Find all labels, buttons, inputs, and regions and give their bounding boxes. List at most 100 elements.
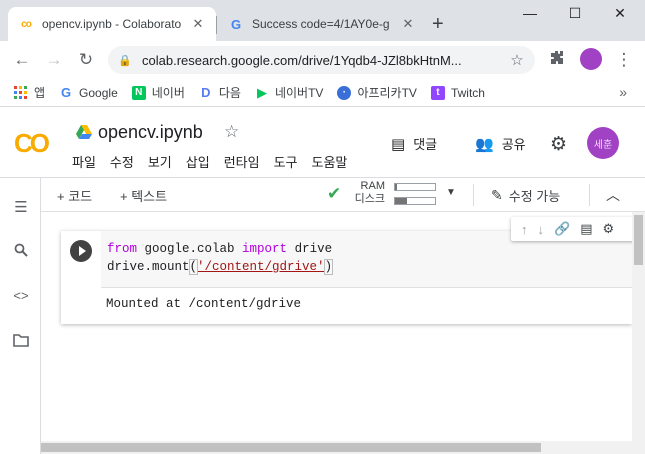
comments-label: 댓글 bbox=[413, 137, 438, 152]
scrollbar-thumb[interactable] bbox=[41, 443, 541, 452]
import-target: drive bbox=[287, 242, 333, 256]
menu-edit[interactable]: 수정 bbox=[110, 152, 134, 171]
toolbar-divider bbox=[589, 184, 590, 206]
bookmark-navertv[interactable]: ▶ 네이버TV bbox=[255, 84, 323, 101]
bookmark-twitch[interactable]: t Twitch bbox=[430, 85, 485, 100]
menu-tools[interactable]: 도구 bbox=[274, 152, 298, 171]
menu-insert[interactable]: 삽입 bbox=[186, 152, 210, 171]
table-of-contents-icon[interactable]: ☰ bbox=[12, 198, 30, 216]
colab-logo[interactable]: CO bbox=[14, 128, 50, 159]
move-down-icon[interactable]: ↓ bbox=[538, 222, 545, 237]
gear-icon[interactable]: ⚙ bbox=[550, 133, 567, 156]
scrollbar-thumb[interactable] bbox=[634, 215, 643, 265]
afreecatv-icon: · bbox=[337, 85, 352, 100]
menu-runtime[interactable]: 런타임 bbox=[224, 152, 260, 171]
vertical-scrollbar[interactable] bbox=[632, 212, 645, 454]
code-line-2: drive.mount('/content/gdrive') bbox=[107, 258, 626, 276]
bookmark-label: Twitch bbox=[450, 85, 485, 100]
horizontal-scrollbar[interactable] bbox=[41, 441, 632, 454]
settings-icon[interactable]: ⚙ bbox=[602, 221, 614, 237]
run-cell-button[interactable] bbox=[70, 240, 92, 262]
google-icon: G bbox=[60, 85, 72, 100]
open-paren: ( bbox=[188, 259, 198, 275]
new-tab-button[interactable]: + bbox=[432, 14, 444, 34]
star-icon[interactable]: ☆ bbox=[224, 122, 239, 142]
reload-icon[interactable]: ↻ bbox=[76, 50, 96, 70]
close-tab-icon[interactable]: ✕ bbox=[400, 16, 416, 32]
ram-usage-fill bbox=[395, 184, 397, 190]
maximize-button[interactable]: ☐ bbox=[560, 5, 590, 22]
close-tab-icon[interactable]: ✕ bbox=[190, 16, 206, 32]
menu-view[interactable]: 보기 bbox=[148, 152, 172, 171]
code-line-1: from google.colab import drive bbox=[107, 240, 626, 258]
minimize-button[interactable]: — bbox=[515, 5, 545, 21]
navertv-icon: ▶ bbox=[256, 84, 267, 100]
notebook-title[interactable]: opencv.ipynb bbox=[98, 122, 203, 143]
close-window-button[interactable]: ✕ bbox=[605, 5, 635, 22]
profile-avatar-icon[interactable] bbox=[580, 48, 602, 70]
bookmark-afreecatv[interactable]: · 아프리카TV bbox=[337, 84, 417, 101]
tab-title: opencv.ipynb - Colaborato bbox=[42, 17, 182, 31]
function-call: drive.mount bbox=[107, 260, 190, 274]
ram-label: RAM bbox=[360, 180, 385, 192]
disk-label: 디스크 bbox=[354, 193, 385, 205]
code-cell[interactable]: from google.colab import drive drive.mou… bbox=[61, 231, 632, 324]
tab-success-code[interactable]: G Success code=4/1AY0e-g ✕ bbox=[218, 7, 426, 41]
disk-usage-bar bbox=[394, 197, 436, 205]
daum-icon: D bbox=[201, 85, 211, 100]
keyword-import: import bbox=[242, 242, 288, 256]
apps-grid-icon bbox=[14, 85, 28, 100]
pencil-icon: ✎ bbox=[491, 187, 503, 203]
menu-help[interactable]: 도움말 bbox=[312, 152, 348, 171]
edit-mode-button[interactable]: ✎ 수정 가능 bbox=[491, 186, 560, 205]
share-label: 공유 bbox=[501, 137, 526, 152]
share-button[interactable]: 👥 공유 bbox=[475, 134, 526, 153]
forward-arrow-icon[interactable]: → bbox=[44, 50, 64, 70]
back-arrow-icon[interactable]: ← bbox=[12, 50, 32, 70]
add-code-button[interactable]: + 코드 bbox=[57, 186, 92, 205]
address-bar[interactable]: 🔒 colab.research.google.com/drive/1Yqdb4… bbox=[108, 46, 535, 74]
google-favicon-icon: G bbox=[230, 16, 242, 32]
bookmark-label: 네이버TV bbox=[274, 86, 324, 100]
bookmark-naver[interactable]: N 네이버 bbox=[131, 84, 185, 101]
collapse-header-icon[interactable]: ︿ bbox=[606, 185, 620, 205]
toolbar-divider bbox=[473, 184, 474, 206]
bookmark-label: 다음 bbox=[218, 86, 241, 100]
resources-labels[interactable]: RAM 디스크 bbox=[349, 180, 385, 206]
bookmark-label: 네이버 bbox=[151, 86, 185, 100]
move-up-icon[interactable]: ↑ bbox=[521, 222, 528, 237]
url-text[interactable]: colab.research.google.com/drive/1Yqdb4-J… bbox=[142, 53, 509, 68]
tab-title: Success code=4/1AY0e-g bbox=[252, 17, 390, 31]
link-icon[interactable]: 🔗 bbox=[554, 221, 570, 237]
browser-menu-icon[interactable]: ⋮ bbox=[614, 50, 634, 70]
browser-toolbar: ← → ↻ 🔒 colab.research.google.com/drive/… bbox=[0, 41, 645, 79]
menu-file[interactable]: 파일 bbox=[72, 152, 96, 171]
tab-colab[interactable]: co opencv.ipynb - Colaborato ✕ bbox=[8, 7, 216, 41]
folder-icon[interactable] bbox=[12, 334, 30, 351]
keyword-from: from bbox=[107, 242, 138, 256]
path-string: '/content/gdrive' bbox=[197, 260, 325, 274]
comment-icon[interactable]: ▤ bbox=[580, 221, 592, 237]
naver-icon: N bbox=[131, 85, 146, 100]
module-name: google.colab bbox=[137, 242, 243, 256]
notebook-content: from google.colab import drive drive.mou… bbox=[41, 212, 645, 454]
avatar[interactable]: 세훈 bbox=[587, 127, 619, 159]
extensions-puzzle-icon[interactable] bbox=[549, 50, 565, 69]
ram-usage-bar bbox=[394, 183, 436, 191]
google-drive-icon[interactable] bbox=[76, 125, 92, 139]
bookmark-apps[interactable]: 앱 bbox=[14, 84, 45, 101]
comments-button[interactable]: ▤ 댓글 bbox=[391, 134, 437, 153]
caret-down-icon[interactable]: ▼ bbox=[446, 187, 456, 198]
bookmarks-overflow-icon[interactable]: » bbox=[619, 84, 627, 100]
bookmark-star-icon[interactable]: ☆ bbox=[509, 51, 525, 69]
bookmarks-bar: 앱 G Google N 네이버 D 다음 ▶ 네이버TV · 아프리카TV t… bbox=[0, 79, 645, 107]
people-icon: 👥 bbox=[475, 135, 494, 153]
tab-divider bbox=[216, 16, 217, 34]
bookmark-label: Google bbox=[79, 85, 118, 100]
bookmark-daum[interactable]: D 다음 bbox=[199, 84, 241, 101]
bookmark-label: 앱 bbox=[34, 86, 46, 100]
code-snippets-icon[interactable]: <> bbox=[12, 288, 30, 303]
add-text-button[interactable]: + 텍스트 bbox=[120, 186, 167, 205]
search-icon[interactable] bbox=[12, 243, 30, 261]
bookmark-google[interactable]: G Google bbox=[59, 85, 118, 100]
